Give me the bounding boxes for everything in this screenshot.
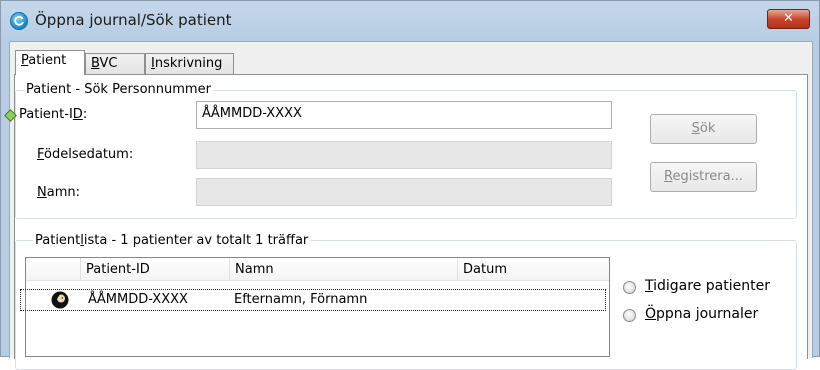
previous-patients-text: idigare patienter [653,278,770,294]
birthdate-label: Födelsedatum: [37,147,133,162]
cell-patient-id: ÅÅMMDD-XXXX [88,292,188,307]
title-bar[interactable]: Öppna journal/Sök patient ✕ [1,1,819,41]
patient-list-title-pre: Patient [35,233,81,248]
patient-id-label-text: Patient-I [19,107,73,122]
column-separator [229,258,230,280]
open-journals-mnemonic: Ö [645,306,657,322]
window-title: Öppna journal/Sök patient [35,11,232,29]
open-journals-radio[interactable] [623,309,636,322]
column-header-date[interactable]: Datum [463,262,507,277]
previous-patients-label[interactable]: Tidigare patienter [645,278,770,294]
patient-icon [51,291,69,309]
column-header-patient-id[interactable]: Patient-ID [86,262,150,277]
column-separator [80,258,81,280]
open-journals-label[interactable]: Öppna journaler [645,306,758,322]
patient-list-header: Patient-ID Namn Datum [26,258,609,281]
open-journals-text: ppna journaler [656,306,759,322]
tab-patient-label: atient [28,53,67,68]
column-header-name[interactable]: Namn [235,262,274,277]
patient-list-group-title: Patientlista - 1 patienter av totalt 1 t… [33,233,311,248]
tab-inskrivning[interactable]: Inskrivning [145,53,234,74]
birthdate-field [196,141,612,169]
register-button[interactable]: Registrera... [650,162,757,192]
column-separator [457,258,458,280]
tab-inskrivning-label: nskrivning [154,56,223,71]
search-group-title: Patient - Sök Personnummer [24,82,213,97]
name-label-text: amn: [46,185,80,200]
search-button-mnemonic: S [691,121,700,136]
birthdate-label-text: ödelsedatum: [44,147,134,162]
tab-bvc-mnemonic: B [91,56,100,71]
search-button-label: ök [699,121,716,136]
cell-name: Efternamn, Förnamn [234,292,368,307]
name-label-mnemonic: N [37,185,47,200]
tab-bvc-label: VC [99,56,118,71]
patient-id-label: Patient-ID: [19,107,87,122]
previous-patients-radio[interactable] [623,281,636,294]
patient-id-input[interactable]: ÅÅMMDD-XXXX [196,101,612,129]
patient-id-label-colon: : [82,107,88,122]
name-field [196,178,612,206]
close-button[interactable]: ✕ [767,9,810,29]
tab-bvc[interactable]: BVC [85,53,145,74]
app-refresh-icon [10,12,28,30]
name-label: Namn: [37,185,80,200]
search-button[interactable]: Sök [650,114,757,144]
register-button-label: egistrera... [672,169,743,184]
tab-patient[interactable]: Patient [15,50,85,75]
patient-list-title-post: ista - 1 patienter av totalt 1 träffar [83,233,309,248]
patient-id-label-mnemonic: D [72,107,83,122]
previous-patients-mnemonic: T [645,278,654,294]
birthdate-label-mnemonic: F [37,147,45,162]
close-icon: ✕ [783,11,794,26]
